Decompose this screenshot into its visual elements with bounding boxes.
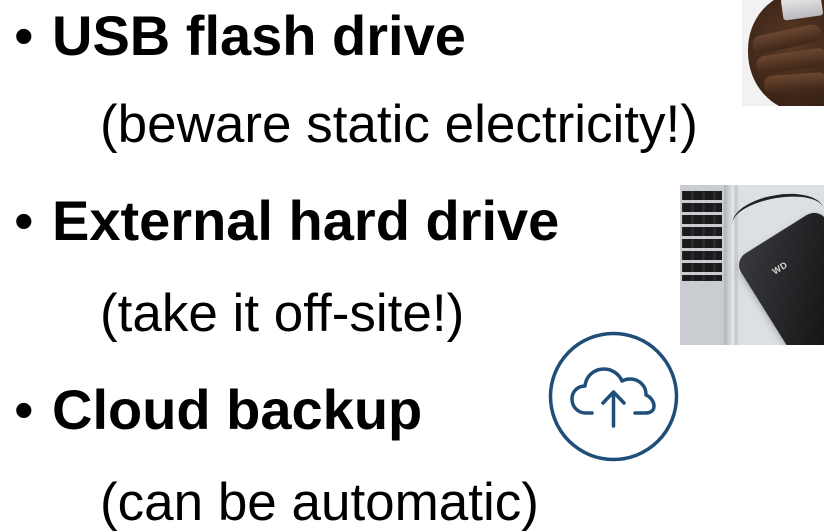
- bullet-external-hard-drive: • External hard drive: [14, 193, 559, 249]
- bullet-heading: Cloud backup: [52, 378, 423, 441]
- bullet-note: (take it off-site!): [100, 284, 465, 343]
- keyboard-shape: [682, 191, 722, 281]
- usb-flash-drive-photo: [742, 0, 824, 106]
- slide: • USB flash drive (beware static electric…: [0, 0, 824, 531]
- bullet-usb-flash-drive: • USB flash drive: [14, 8, 466, 64]
- bullet-marker: •: [14, 4, 34, 67]
- bullet-heading: USB flash drive: [52, 4, 466, 67]
- bullet-marker: •: [14, 378, 34, 441]
- bullet-cloud-backup: • Cloud backup: [14, 382, 422, 438]
- bullet-note: (beware static electricity!): [100, 95, 698, 154]
- external-hard-drive-photo: WD: [680, 185, 824, 345]
- laptop-edge-shape: [724, 185, 734, 345]
- bullet-heading: External hard drive: [52, 189, 560, 252]
- cloud-upload-icon: [548, 331, 679, 462]
- bullet-marker: •: [14, 189, 34, 252]
- bullet-note: (can be automatic): [100, 473, 539, 532]
